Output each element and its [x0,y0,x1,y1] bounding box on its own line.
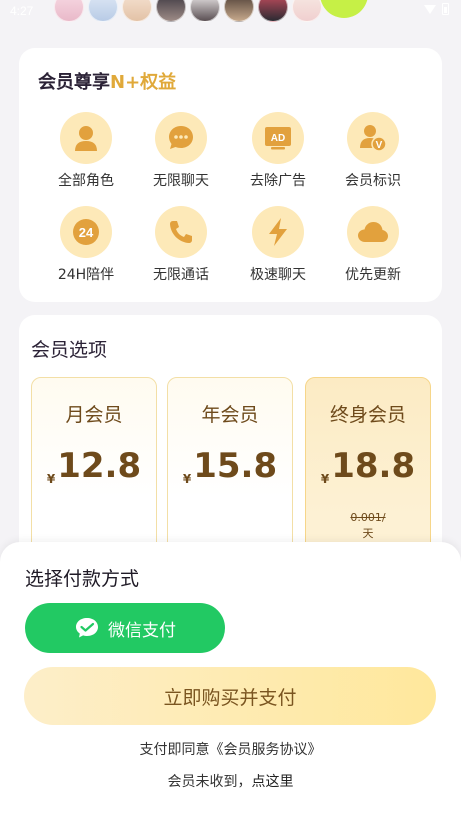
daily-price-unit: 天 [362,527,374,540]
avatar[interactable] [224,0,254,22]
benefit-priority-update: 优先更新 [325,206,421,284]
benefit-remove-ads: AD 去除广告 [230,112,326,190]
payment-sheet: 选择付款方式 微信支付 立即购买并支付 支付即同意《会员服务协议》 会员未收到，… [0,542,461,820]
plan-name: 终身会员 [329,404,406,426]
benefit-all-roles: 全部角色 [38,112,134,190]
status-icons [424,3,449,15]
24h-icon: 24 [60,206,112,258]
click-here-link[interactable]: 点这里 [252,774,294,790]
options-title: 会员选项 [31,339,108,361]
benefit-unlimited-calls: 无限通话 [133,206,229,284]
price-amount: 15.8 [193,446,278,486]
currency-symbol: ¥ [182,472,192,486]
avatar[interactable] [258,0,288,22]
currency-symbol: ¥ [46,472,56,486]
wifi-icon [424,4,436,14]
membership-options-card: 会员选项 月会员 ¥12.8 年会员 ¥15.8 终身会员 ¥18.8 0.00… [19,315,442,577]
24h-icon-text: 24 [79,225,94,240]
avatar[interactable] [320,0,368,18]
avatar-strip [50,0,322,22]
currency-symbol: ¥ [320,472,330,486]
benefit-24h: 24 24H陪伴 [38,206,134,284]
benefit-label: 全部角色 [58,173,114,189]
plan-price: ¥12.8 [32,446,156,486]
benefit-label: 24H陪伴 [57,267,115,283]
agreement-link[interactable]: 支付即同意《会员服务协议》 [0,739,461,759]
benefit-unlimited-chat: 无限聊天 [133,112,229,190]
ad-icon: AD [252,112,304,164]
benefit-label: 无限通话 [153,267,209,283]
wechat-pay-button[interactable]: 微信支付 [25,603,225,653]
not-received-text: 会员未收到，点这里 [0,771,461,791]
vip-badge-icon: V [347,112,399,164]
avatar[interactable] [190,0,220,22]
benefit-label: 会员标识 [345,173,401,189]
ad-icon-text: AD [271,133,285,144]
benefit-fast-chat: 极速聊天 [230,206,326,284]
battery-icon [442,3,449,15]
benefit-label: 优先更新 [345,267,401,283]
benefit-label: 去除广告 [250,173,306,189]
status-time: 4:27 [10,4,34,18]
avatar[interactable] [88,0,118,22]
avatar[interactable] [156,0,186,22]
benefit-label: 极速聊天 [250,267,306,283]
vip-badge-icon-text: V [376,140,383,151]
plan-name: 年会员 [201,404,259,426]
price-amount: 12.8 [57,446,142,486]
payment-title: 选择付款方式 [25,568,140,590]
benefit-label: 无限聊天 [153,173,209,189]
price-amount: 18.8 [331,446,416,486]
chat-bubble-icon [155,112,207,164]
cloud-icon [347,206,399,258]
lightning-icon [252,206,304,258]
benefits-title: 会员尊享N+权益 [38,68,176,94]
benefit-vip-badge: V 会员标识 [325,112,421,190]
avatar[interactable] [292,0,322,22]
avatar[interactable] [122,0,152,22]
benefits-card: 会员尊享N+权益 全部角色 无限聊天 AD 去除广告 V 会员标识 24 24H… [19,48,442,302]
not-received-label: 会员未收到， [167,774,252,790]
plan-name: 月会员 [65,404,123,426]
status-bar: 4:27 [0,0,461,22]
buy-and-pay-button[interactable]: 立即购买并支付 [24,667,436,725]
phone-icon [155,206,207,258]
benefits-title-main: 会员尊享 [38,72,110,93]
daily-price-value: 0.001/ [350,511,386,524]
plan-price: ¥18.8 [306,446,430,486]
benefits-title-accent: N+权益 [110,72,177,93]
wechat-pay-label: 微信支付 [108,620,176,641]
avatar[interactable] [54,0,84,22]
person-icon [60,112,112,164]
plan-price: ¥15.8 [168,446,292,486]
plan-daily-price: 0.001/ 天 [306,510,430,542]
wechat-icon [76,618,98,638]
